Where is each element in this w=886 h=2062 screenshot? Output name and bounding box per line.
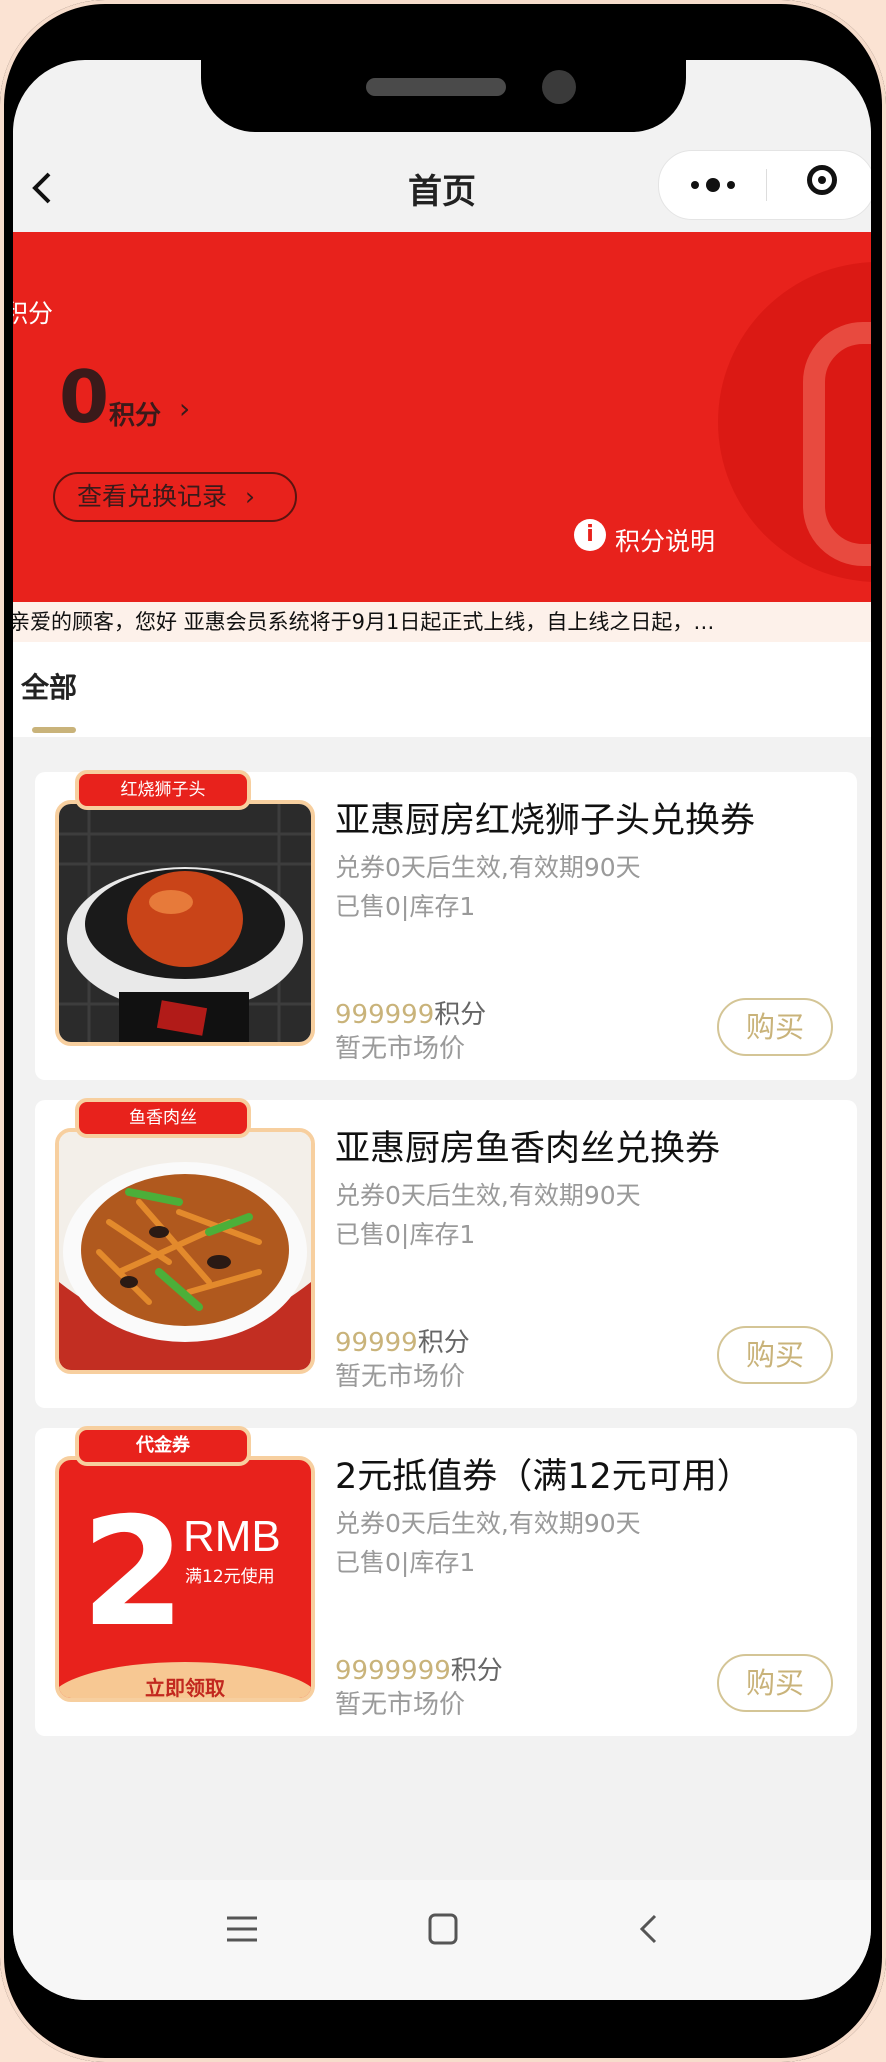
points-banner: 积分 0 积分 › 查看兑换记录 › i 积分说明 [13,232,871,602]
product-title: 2元抵值券（满12元可用） [335,1457,752,1497]
product-title: 亚惠厨房鱼香肉丝兑换券 [335,1129,721,1169]
banner-decoration-ring [803,322,871,566]
exchange-records-button[interactable]: 查看兑换记录 › [53,472,297,522]
product-card[interactable]: 红烧狮子头 亚惠厨房红烧狮子头兑换券 兑券0天后生效,有效期90天 已售0|库存… [35,770,857,1080]
product-validity: 兑券0天后生效,有效期90天 [335,1509,641,1538]
voucher-image: 2 RMB 满12元使用 立即领取 [55,1456,315,1702]
home-icon[interactable] [427,1910,459,1956]
market-price: 暂无市场价 [335,1034,466,1064]
product-stock: 已售0|库存1 [335,1548,476,1577]
exchange-records-label: 查看兑换记录 [77,482,228,511]
info-icon[interactable]: i [574,519,606,551]
price-number: 9999999 [335,1656,451,1686]
shredded-pork-image [59,1132,311,1370]
market-price: 暂无市场价 [335,1362,466,1392]
product-price: 999999积分 [335,994,486,1031]
points-unit[interactable]: 积分 [109,395,161,432]
product-stock: 已售0|库存1 [335,1220,476,1249]
price-number: 99999 [335,1328,418,1358]
notice-text: 亲爱的顾客，您好 亚惠会员系统将于9月1日起正式上线，自上线之日起，… [13,610,715,634]
voucher-condition: 满12元使用 [185,1567,275,1587]
product-image [55,800,315,1046]
points-info-link[interactable]: 积分说明 [615,522,715,558]
points-value[interactable]: 0 [59,357,109,437]
price-unit: 积分 [434,1000,487,1030]
buy-button[interactable]: 购买 [717,998,833,1056]
buy-button[interactable]: 购买 [717,1326,833,1384]
product-tag: 鱼香肉丝 [75,1098,251,1138]
speaker-grille [366,78,506,96]
phone-frame: 首页 积分 0 积分 › 查看兑换记录 › i 积分说明 亲爱的顾客，您好 亚惠… [0,0,886,2062]
voucher-amount: 2 [81,1486,186,1660]
screen: 首页 积分 0 积分 › 查看兑换记录 › i 积分说明 亲爱的顾客，您好 亚惠… [13,60,871,2000]
product-validity: 兑券0天后生效,有效期90天 [335,853,641,882]
price-unit: 积分 [417,1328,470,1358]
product-price: 99999积分 [335,1322,470,1359]
system-nav-bar [13,1880,871,2000]
close-miniprogram-button[interactable] [807,165,837,195]
front-camera [542,70,576,104]
chevron-right-icon: › [244,482,255,511]
buy-button[interactable]: 购买 [717,1654,833,1712]
capsule-menu [658,150,871,220]
product-price: 9999999积分 [335,1650,503,1687]
product-tag: 代金券 [75,1426,251,1466]
price-unit: 积分 [450,1656,503,1686]
voucher-currency: RMB [183,1512,281,1561]
product-title: 亚惠厨房红烧狮子头兑换券 [335,801,756,841]
navbar: 首页 [13,150,871,232]
product-card[interactable]: 代金券 2 RMB 满12元使用 立即领取 2元抵值券（满12元可用） 兑券0天… [35,1426,857,1736]
price-number: 999999 [335,1000,435,1030]
product-card[interactable]: 鱼香肉丝 亚惠厨房鱼香肉丝兑换券 兑券0天后生效,有效期90天 已售0|库存1 … [35,1098,857,1408]
product-stock: 已售0|库存1 [335,892,476,921]
points-partial-label: 积分 [13,299,54,328]
voucher-cta: 立即领取 [145,1676,225,1700]
capsule-divider [766,169,767,201]
back-nav-icon[interactable] [637,1910,661,1956]
category-tabs: 全部 [13,642,871,737]
product-validity: 兑券0天后生效,有效期90天 [335,1181,641,1210]
tab-all[interactable]: 全部 [21,666,77,706]
tab-active-indicator [32,727,76,733]
market-price: 暂无市场价 [335,1690,466,1720]
more-button[interactable] [659,151,766,219]
lion-head-meatball-image [59,804,311,1042]
product-tag: 红烧狮子头 [75,770,251,810]
chevron-right-icon[interactable]: › [179,392,190,425]
notice-marquee: 亲爱的顾客，您好 亚惠会员系统将于9月1日起正式上线，自上线之日起，… [13,602,871,642]
more-dots-icon [690,178,735,192]
product-image [55,1128,315,1374]
menu-icon[interactable] [225,1910,259,1956]
